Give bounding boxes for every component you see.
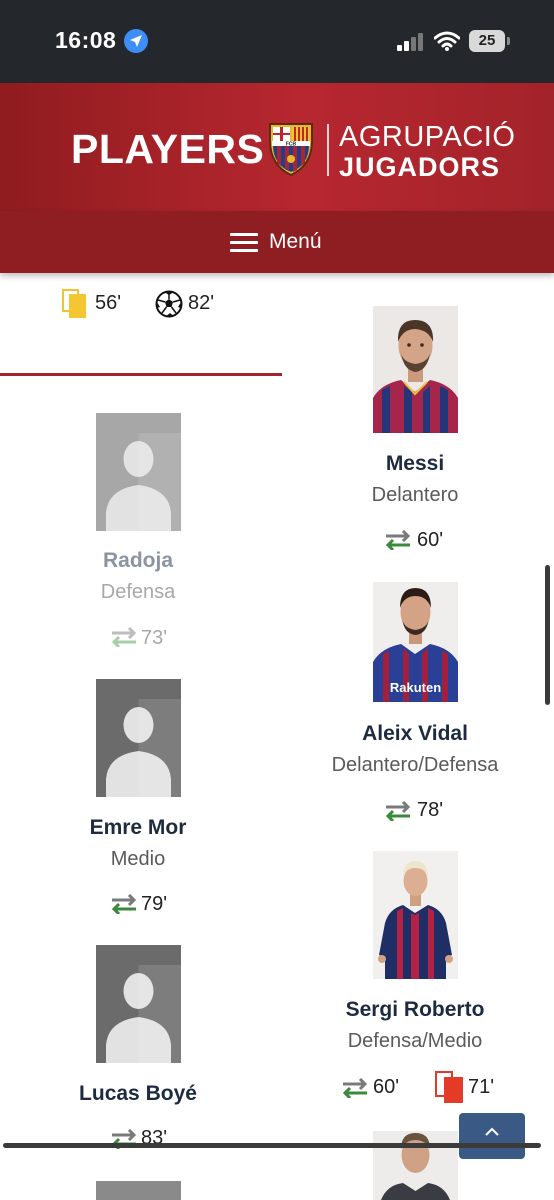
substitution-minute: 60' [417, 529, 444, 551]
player-name[interactable]: Radoja [8, 549, 268, 573]
logo-players-text[interactable]: PLAYERS [71, 126, 264, 173]
substitution-icon [385, 801, 411, 821]
location-icon [124, 29, 148, 53]
player-photo[interactable]: Rakuten [373, 582, 458, 702]
chevron-up-icon [485, 1127, 499, 1136]
player-photo-placeholder[interactable] [96, 679, 181, 797]
player-photo-placeholder[interactable] [96, 945, 181, 1063]
player-position: Defensa [100, 581, 176, 603]
red-card-icon [435, 1071, 465, 1103]
status-time: 16:08 [55, 27, 117, 53]
player-name[interactable]: Aleix Vidal [285, 722, 545, 746]
player-position: Medio [110, 848, 166, 870]
substitution-icon [111, 894, 137, 914]
goal-minute: 82' [188, 292, 215, 314]
battery-tip [507, 37, 510, 45]
substitution-minute: 60' [373, 1076, 400, 1098]
section-divider [0, 373, 282, 376]
player-name[interactable]: Messi [285, 452, 545, 476]
status-bar: 16:08 25 [0, 0, 554, 83]
red-card-minute: 71' [468, 1076, 495, 1098]
player-photo-placeholder[interactable] [96, 413, 181, 531]
substitution-minute: 78' [417, 799, 444, 821]
scrollbar-thumb[interactable] [545, 565, 550, 705]
battery-icon: 25 [469, 30, 505, 52]
substitution-minute: 79' [141, 893, 168, 915]
jersey-sponsor-text: Rakuten [390, 680, 441, 695]
player-photo[interactable] [373, 306, 458, 433]
substitution-icon [342, 1078, 368, 1098]
soccer-ball-icon [155, 290, 183, 318]
player-photo[interactable] [373, 1131, 458, 1200]
player-name[interactable]: Sergi Roberto [285, 998, 545, 1022]
logo-divider [327, 124, 329, 176]
back-to-top-button[interactable] [459, 1113, 525, 1159]
substitution-minute: 73' [141, 627, 168, 649]
logo-jugadors-text[interactable]: JUGADORS [339, 152, 500, 183]
player-photo[interactable] [373, 851, 458, 979]
yellow-card-icon [62, 289, 88, 318]
yellow-card-minute: 56' [95, 292, 122, 314]
player-name[interactable]: Lucas Boyé [8, 1082, 268, 1106]
wifi-icon [434, 31, 460, 51]
fcb-crest-icon[interactable]: FCB [266, 121, 316, 177]
player-name[interactable]: Emre Mor [8, 816, 268, 840]
substitution-icon [111, 627, 137, 647]
menu-button-label[interactable]: Menú [269, 230, 322, 254]
player-position: Delantero/Defensa [331, 754, 499, 776]
substitution-icon [385, 530, 411, 550]
player-photo-placeholder[interactable] [96, 1181, 181, 1200]
cellular-signal-icon [397, 33, 425, 51]
player-position: Defensa/Medio [347, 1030, 483, 1052]
logo-agrupacio-text[interactable]: AGRUPACIÓ [339, 121, 515, 154]
hamburger-icon[interactable] [230, 233, 258, 253]
player-position: Delantero [371, 484, 459, 506]
crest-text: FCB [286, 141, 297, 147]
home-indicator[interactable] [3, 1143, 541, 1148]
